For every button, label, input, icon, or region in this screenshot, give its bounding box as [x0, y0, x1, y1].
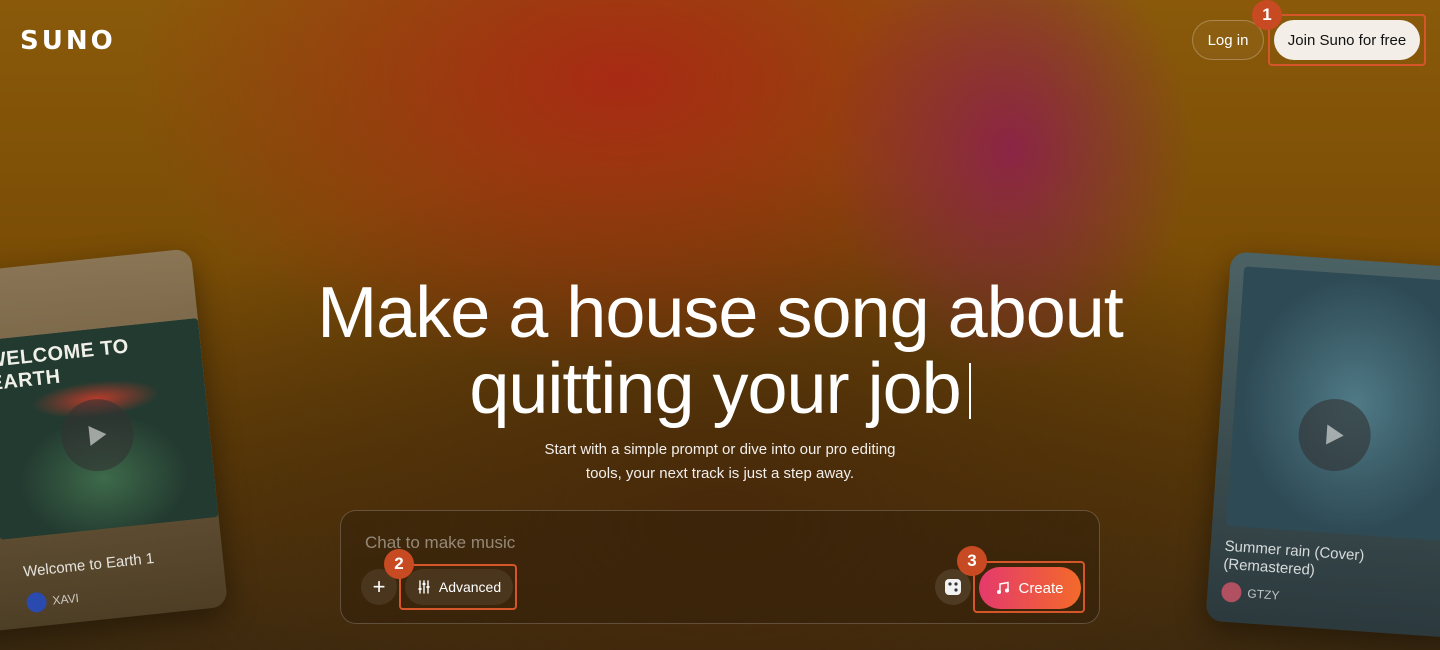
hero-headline: Make a house song about quitting your jo…: [0, 275, 1440, 427]
annotation-badge-2: 2: [384, 549, 414, 579]
plus-icon: +: [372, 574, 386, 599]
subtitle-line-1: Start with a simple prompt or dive into …: [544, 441, 896, 458]
hero-subtitle: Start with a simple prompt or dive into …: [520, 438, 920, 486]
annotation-box-3: [973, 561, 1085, 613]
song-title: Summer rain (Cover) (Remastered): [1222, 537, 1365, 579]
song-title: Welcome to Earth 1: [22, 549, 155, 581]
subtitle-line-2: tools, your next track is just a step aw…: [585, 465, 855, 482]
chat-input[interactable]: Chat to make music: [365, 533, 515, 553]
headline-line-2: quitting your job: [0, 351, 1440, 427]
artist-name: GTZY: [1246, 586, 1280, 603]
headline-line-1: Make a house song about: [317, 273, 1124, 353]
song-artist: XAVI: [25, 588, 80, 614]
login-button[interactable]: Log in: [1192, 20, 1264, 60]
annotation-badge-3: 3: [957, 546, 987, 576]
dice-icon: [945, 579, 961, 595]
annotation-badge-1: 1: [1252, 0, 1282, 30]
typing-cursor: [968, 363, 971, 419]
suno-logo[interactable]: SUNO: [20, 26, 116, 56]
annotation-box-2: [399, 564, 517, 610]
song-artist: GTZY: [1220, 581, 1280, 606]
artist-avatar: [25, 591, 48, 614]
artist-name: XAVI: [51, 590, 80, 608]
annotation-box-1: [1268, 14, 1426, 66]
artist-avatar: [1220, 581, 1243, 603]
headline-line-2-text: quitting your job: [469, 349, 961, 429]
